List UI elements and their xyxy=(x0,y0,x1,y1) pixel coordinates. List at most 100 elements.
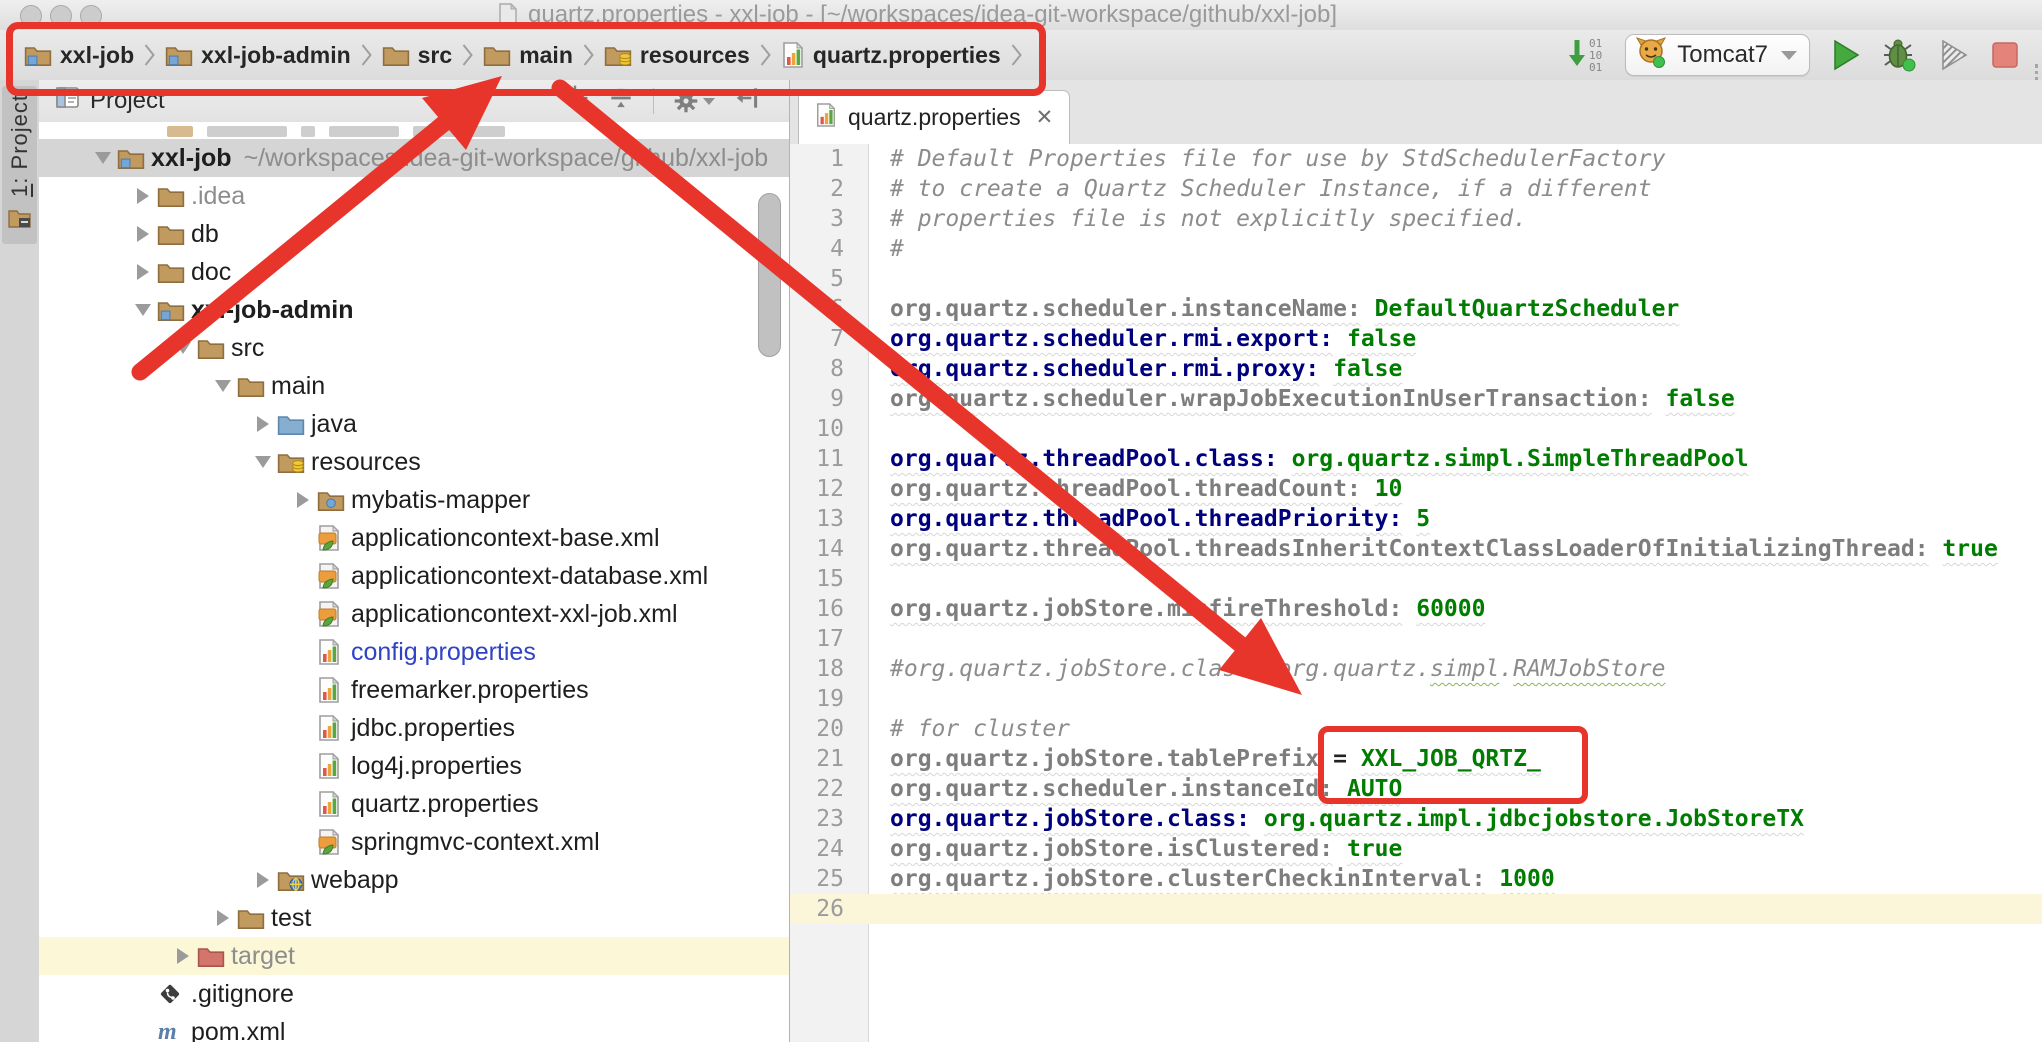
locate-icon[interactable] xyxy=(561,84,589,119)
breadcrumb-item-quartz-properties[interactable]: quartz.properties xyxy=(781,42,1001,69)
collapse-all-icon[interactable] xyxy=(607,84,635,119)
code-line-text: org.quartz.jobStore.misfireThreshold: 60… xyxy=(868,594,1485,624)
expand-arrow-icon[interactable] xyxy=(169,948,197,964)
tree-item-label: db xyxy=(191,220,219,249)
code-line-text: # Default Properties file for use by Std… xyxy=(868,144,1665,174)
expand-arrow-icon[interactable] xyxy=(129,188,157,204)
code-line-8[interactable]: 8org.quartz.scheduler.rmi.proxy: false xyxy=(790,354,2042,384)
code-line-21[interactable]: 21org.quartz.jobStore.tablePrefix = XXL_… xyxy=(790,744,2042,774)
tree-item-resources[interactable]: resources xyxy=(39,443,789,481)
breadcrumb-item-xxl-job-admin[interactable]: xxl-job-admin xyxy=(165,42,351,69)
expand-arrow-icon[interactable] xyxy=(289,492,317,508)
properties-file-icon xyxy=(317,677,349,703)
code-line-18[interactable]: 18#org.quartz.jobStore.class: org.quartz… xyxy=(790,654,2042,684)
tree-item-springmvc-context-xml[interactable]: springmvc-context.xml xyxy=(39,823,789,861)
stop-button[interactable] xyxy=(1990,40,2020,70)
code-line-1[interactable]: 1# Default Properties file for use by St… xyxy=(790,144,2042,174)
code-line-11[interactable]: 11org.quartz.threadPool.class: org.quart… xyxy=(790,444,2042,474)
vcs-update-icon[interactable]: 011001 xyxy=(1567,34,1605,76)
breadcrumb-item-resources[interactable]: resources xyxy=(604,42,750,69)
tree-item-applicationcontext-xxl-job-xml[interactable]: applicationcontext-xxl-job.xml xyxy=(39,595,789,633)
tree-item-xxl-job-admin[interactable]: xxl-job-admin xyxy=(39,291,789,329)
tree-item-jdbc-properties[interactable]: jdbc.properties xyxy=(39,709,789,747)
tree-item-quartz-properties[interactable]: quartz.properties xyxy=(39,785,789,823)
code-line-23[interactable]: 23org.quartz.jobStore.class: org.quartz.… xyxy=(790,804,2042,834)
code-line-6[interactable]: 6org.quartz.scheduler.instanceName: Defa… xyxy=(790,294,2042,324)
code-line-text: org.quartz.scheduler.instanceName: Defau… xyxy=(868,294,1679,324)
code-line-3[interactable]: 3# properties file is not explicitly spe… xyxy=(790,204,2042,234)
editor-tab-quartz-properties[interactable]: quartz.properties ✕ xyxy=(798,90,1070,144)
settings-gear-icon[interactable] xyxy=(672,87,715,115)
project-scrollbar-thumb[interactable] xyxy=(758,193,781,357)
code-line-7[interactable]: 7org.quartz.scheduler.rmi.export: false xyxy=(790,324,2042,354)
tree-item-target[interactable]: target xyxy=(39,937,789,975)
collapse-arrow-icon[interactable] xyxy=(89,152,117,164)
code-line-12[interactable]: 12org.quartz.threadPool.threadCount: 10 xyxy=(790,474,2042,504)
close-icon[interactable]: ✕ xyxy=(1036,105,1054,130)
expand-arrow-icon[interactable] xyxy=(249,872,277,888)
tree-item-src[interactable]: src xyxy=(39,329,789,367)
code-line-24[interactable]: 24org.quartz.jobStore.isClustered: true xyxy=(790,834,2042,864)
chevron-down-icon[interactable] xyxy=(439,97,455,107)
run-configuration-selector[interactable]: Tomcat7 xyxy=(1625,34,1810,76)
tree-item-freemarker-properties[interactable]: freemarker.properties xyxy=(39,671,789,709)
code-line-14[interactable]: 14org.quartz.threadPool.threadsInheritCo… xyxy=(790,534,2042,564)
tree-item-mybatis-mapper[interactable]: mybatis-mapper xyxy=(39,481,789,519)
tree-item--idea[interactable]: .idea xyxy=(39,177,789,215)
expand-arrow-icon[interactable] xyxy=(129,226,157,242)
tree-item-main[interactable]: main xyxy=(39,367,789,405)
code-line-10[interactable]: 10 xyxy=(790,414,2042,444)
code-line-2[interactable]: 2# to create a Quartz Scheduler Instance… xyxy=(790,174,2042,204)
collapse-arrow-icon[interactable] xyxy=(249,456,277,468)
collapse-arrow-icon[interactable] xyxy=(209,380,237,392)
tree-item-config-properties[interactable]: config.properties xyxy=(39,633,789,671)
line-number: 2 xyxy=(790,174,868,204)
tree-item-java[interactable]: java xyxy=(39,405,789,443)
tree-item-xxl-job[interactable]: xxl-job~/workspaces/idea-git-workspace/g… xyxy=(39,139,789,177)
tree-item-pom-xml[interactable]: mpom.xml xyxy=(39,1013,789,1042)
code-editor[interactable]: 1# Default Properties file for use by St… xyxy=(790,144,2042,1042)
run-button[interactable] xyxy=(1830,38,1862,72)
code-line-4[interactable]: 4# xyxy=(790,234,2042,264)
code-line-25[interactable]: 25org.quartz.jobStore.clusterCheckinInte… xyxy=(790,864,2042,894)
expand-arrow-icon[interactable] xyxy=(249,416,277,432)
code-line-26[interactable]: 26 xyxy=(790,894,2042,924)
code-line-16[interactable]: 16org.quartz.jobStore.misfireThreshold: … xyxy=(790,594,2042,624)
code-line-9[interactable]: 9org.quartz.scheduler.wrapJobExecutionIn… xyxy=(790,384,2042,414)
tree-item-test[interactable]: test xyxy=(39,899,789,937)
project-tool-icon xyxy=(8,207,32,229)
breadcrumb-separator-icon xyxy=(1010,41,1023,69)
collapse-arrow-icon[interactable] xyxy=(169,342,197,354)
code-line-13[interactable]: 13org.quartz.threadPool.threadPriority: … xyxy=(790,504,2042,534)
tree-item-doc[interactable]: doc xyxy=(39,253,789,291)
collapse-arrow-icon[interactable] xyxy=(129,304,157,316)
window-zoom-button[interactable] xyxy=(80,5,102,27)
expand-arrow-icon[interactable] xyxy=(209,910,237,926)
expand-arrow-icon[interactable] xyxy=(129,264,157,280)
tree-item-log4j-properties[interactable]: log4j.properties xyxy=(39,747,789,785)
tree-item-db[interactable]: db xyxy=(39,215,789,253)
breadcrumb-label: resources xyxy=(640,42,750,69)
window-close-button[interactable] xyxy=(20,5,42,27)
coverage-button[interactable] xyxy=(1938,38,1970,72)
code-line-text xyxy=(868,264,890,294)
code-line-20[interactable]: 20# for cluster xyxy=(790,714,2042,744)
project-view-icon xyxy=(55,85,80,117)
tree-item-webapp[interactable]: webapp xyxy=(39,861,789,899)
breadcrumb-item-src[interactable]: src xyxy=(382,42,453,69)
code-line-text: org.quartz.threadPool.threadCount: 10 xyxy=(868,474,1402,504)
project-tool-window-tab[interactable]: 1: Project xyxy=(2,86,37,244)
hide-panel-icon[interactable] xyxy=(733,84,761,119)
window-minimize-button[interactable] xyxy=(50,5,72,27)
tree-item-applicationcontext-base-xml[interactable]: applicationcontext-base.xml xyxy=(39,519,789,557)
tree-item-applicationcontext-database-xml[interactable]: applicationcontext-database.xml xyxy=(39,557,789,595)
code-line-15[interactable]: 15 xyxy=(790,564,2042,594)
code-line-19[interactable]: 19 xyxy=(790,684,2042,714)
code-line-5[interactable]: 5 xyxy=(790,264,2042,294)
breadcrumb-item-xxl-job[interactable]: xxl-job xyxy=(24,42,134,69)
code-line-17[interactable]: 17 xyxy=(790,624,2042,654)
tree-item--gitignore[interactable]: .gitignore xyxy=(39,975,789,1013)
code-line-22[interactable]: 22org.quartz.scheduler.instanceId: AUTO xyxy=(790,774,2042,804)
debug-button[interactable] xyxy=(1882,37,1918,73)
breadcrumb-item-main[interactable]: main xyxy=(483,42,573,69)
